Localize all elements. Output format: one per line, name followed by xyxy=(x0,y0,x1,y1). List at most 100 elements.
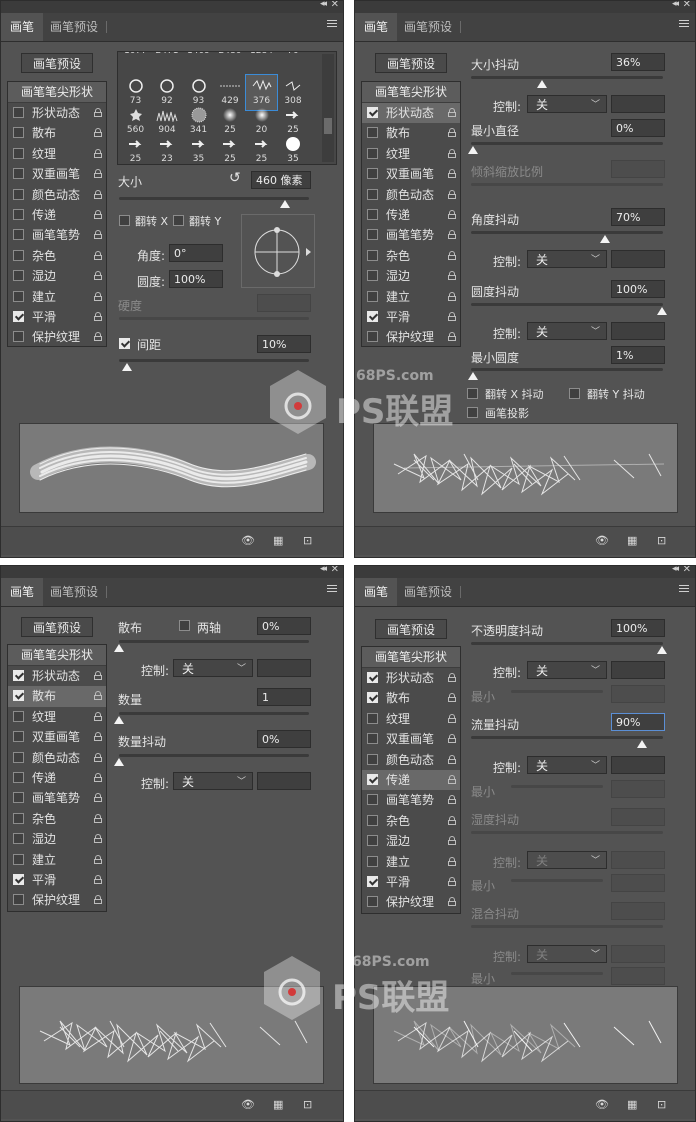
sidebar-item[interactable]: 杂色 xyxy=(362,811,460,831)
sidebar-item[interactable]: 纹理 xyxy=(8,144,106,164)
option-checkbox[interactable] xyxy=(367,188,378,200)
lock-icon[interactable] xyxy=(448,897,456,907)
brush-grid-icon[interactable]: ▦ xyxy=(627,535,641,547)
sidebar-item[interactable]: 颜色动态 xyxy=(362,750,460,770)
scatter-slider[interactable] xyxy=(119,640,309,643)
angle-jitter-input[interactable]: 70% xyxy=(611,208,665,226)
brush-grid-icon[interactable]: ▦ xyxy=(273,1099,287,1111)
option-checkbox[interactable] xyxy=(13,331,24,343)
option-checkbox[interactable] xyxy=(367,794,378,806)
toggle-live-tip-icon[interactable]: 👁 xyxy=(595,535,609,547)
sidebar-item[interactable]: 建立 xyxy=(362,852,460,872)
min-diameter-input[interactable]: 0% xyxy=(611,119,665,137)
opacity-control-input[interactable] xyxy=(611,661,665,679)
sidebar-item[interactable]: 颜色动态 xyxy=(8,185,106,205)
sidebar-item[interactable]: 双重画笔 xyxy=(362,729,460,749)
toggle-live-tip-icon[interactable]: 👁 xyxy=(241,535,255,547)
roundness-control-select[interactable]: 关 ﹀ xyxy=(527,322,607,340)
sidebar-item[interactable]: 散布 xyxy=(8,686,106,707)
min-diameter-thumb[interactable] xyxy=(468,146,478,154)
brush-tip[interactable]: 25 xyxy=(120,133,151,164)
lock-icon[interactable] xyxy=(448,713,456,723)
lock-icon[interactable] xyxy=(448,230,456,240)
flow-jitter-input[interactable]: 90% xyxy=(611,713,665,731)
lock-icon[interactable] xyxy=(448,128,456,138)
brush-tip[interactable]: 25 xyxy=(246,133,277,164)
spacing-slider-thumb[interactable] xyxy=(122,363,132,371)
count-slider[interactable] xyxy=(119,712,309,715)
scatter-control-input[interactable] xyxy=(257,659,311,677)
lock-icon[interactable] xyxy=(94,209,102,219)
brush-tip[interactable]: 25 xyxy=(215,133,246,164)
size-jitter-slider[interactable] xyxy=(471,76,663,79)
count-control-select[interactable]: 关 ﹀ xyxy=(173,772,253,790)
tab-brush-presets[interactable]: 画笔预设 xyxy=(395,578,462,606)
sidebar-item[interactable]: 颜色动态 xyxy=(362,185,460,205)
roundness-control-input[interactable] xyxy=(611,322,665,340)
toggle-live-tip-icon[interactable]: 👁 xyxy=(595,1099,609,1111)
angle-control-input[interactable] xyxy=(611,250,665,268)
angle-jitter-thumb[interactable] xyxy=(600,235,610,243)
flip-x-jitter-checkbox[interactable] xyxy=(467,388,478,399)
roundness-input[interactable]: 100% xyxy=(169,270,223,288)
option-checkbox[interactable] xyxy=(367,835,378,847)
lock-icon[interactable] xyxy=(448,148,456,158)
lock-icon[interactable] xyxy=(448,795,456,805)
brush-tip[interactable]: 35 xyxy=(278,133,309,164)
collapse-icon[interactable]: ◂◂ xyxy=(672,566,679,574)
option-checkbox[interactable] xyxy=(367,875,378,887)
size-input[interactable]: 460 像素 xyxy=(251,171,311,189)
count-jitter-thumb[interactable] xyxy=(114,758,124,766)
sidebar-item[interactable]: 杂色 xyxy=(8,246,106,266)
lock-icon[interactable] xyxy=(94,793,102,803)
opacity-control-select[interactable]: 关 ﹀ xyxy=(527,661,607,679)
sidebar-item[interactable]: 画笔笔势 xyxy=(362,790,460,810)
panel-menu-icon[interactable] xyxy=(679,20,689,30)
min-roundness-input[interactable]: 1% xyxy=(611,346,665,364)
scatter-control-select[interactable]: 关 ﹀ xyxy=(173,659,253,677)
option-checkbox[interactable] xyxy=(13,310,24,322)
lock-icon[interactable] xyxy=(448,311,456,321)
brush-presets-button[interactable]: 画笔预设 xyxy=(21,53,93,73)
option-checkbox[interactable] xyxy=(367,229,378,241)
panel-menu-icon[interactable] xyxy=(327,585,337,595)
sidebar-item[interactable]: 散布 xyxy=(362,123,460,143)
opacity-jitter-thumb[interactable] xyxy=(657,646,667,654)
brush-tip-shape-item[interactable]: 画笔笔尖形状 xyxy=(8,645,106,666)
tab-brush-presets[interactable]: 画笔预设 xyxy=(41,578,108,606)
option-checkbox[interactable] xyxy=(13,710,24,722)
lock-icon[interactable] xyxy=(94,752,102,762)
option-checkbox[interactable] xyxy=(13,208,24,220)
sidebar-item[interactable]: 保护纹理 xyxy=(362,892,460,912)
lock-icon[interactable] xyxy=(448,169,456,179)
count-thumb[interactable] xyxy=(114,716,124,724)
brush-tip[interactable]: 23 xyxy=(152,133,183,164)
scatter-thumb[interactable] xyxy=(114,644,124,652)
roundness-jitter-slider[interactable] xyxy=(471,303,663,306)
sidebar-item[interactable]: 散布 xyxy=(362,688,460,708)
new-brush-icon[interactable]: ⊡ xyxy=(303,535,317,547)
close-icon[interactable]: ✕ xyxy=(331,1,339,10)
option-checkbox[interactable] xyxy=(13,751,24,763)
flow-jitter-slider[interactable] xyxy=(471,736,663,739)
size-control-input[interactable] xyxy=(611,95,665,113)
option-checkbox[interactable] xyxy=(13,771,24,783)
close-icon[interactable]: ✕ xyxy=(683,1,691,10)
flow-jitter-thumb[interactable] xyxy=(637,740,647,748)
panel-menu-icon[interactable] xyxy=(679,585,689,595)
flow-control-select[interactable]: 关 ﹀ xyxy=(527,756,607,774)
option-checkbox[interactable] xyxy=(367,107,378,118)
option-checkbox[interactable] xyxy=(367,310,378,322)
brush-tip-shape-item[interactable]: 画笔笔尖形状 xyxy=(362,647,460,668)
lock-icon[interactable] xyxy=(448,815,456,825)
flow-control-input[interactable] xyxy=(611,756,665,774)
lock-icon[interactable] xyxy=(94,311,102,321)
flip-y-checkbox[interactable] xyxy=(173,215,184,226)
option-checkbox[interactable] xyxy=(13,731,24,743)
option-checkbox[interactable] xyxy=(13,147,24,159)
lock-icon[interactable] xyxy=(94,671,102,680)
option-checkbox[interactable] xyxy=(367,773,378,785)
lock-icon[interactable] xyxy=(448,209,456,219)
option-checkbox[interactable] xyxy=(367,290,378,302)
close-icon[interactable]: ✕ xyxy=(331,566,339,575)
